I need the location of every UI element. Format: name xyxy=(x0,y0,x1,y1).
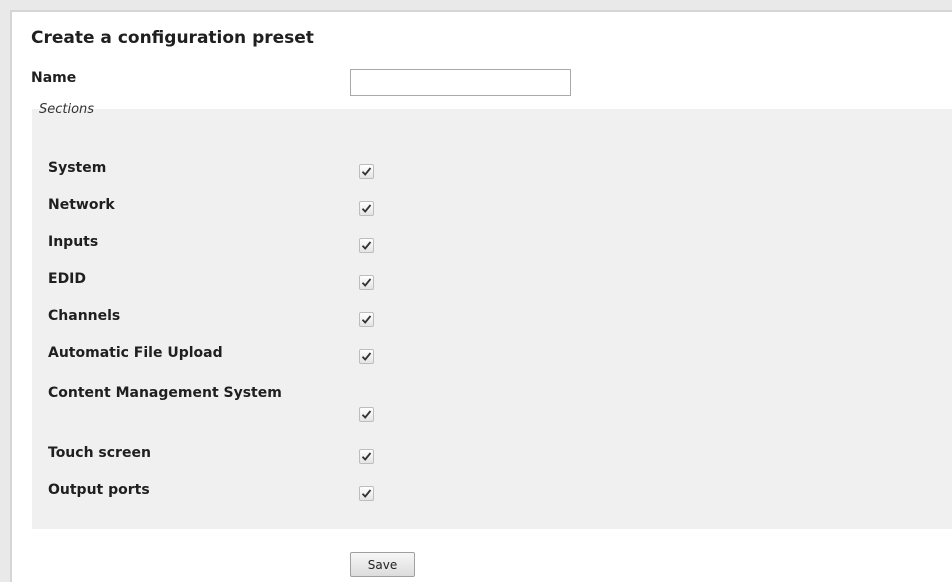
checkmark-icon xyxy=(361,410,372,419)
checkmark-icon xyxy=(361,352,372,361)
section-checkbox-inputs[interactable] xyxy=(359,238,374,253)
section-checkbox-network[interactable] xyxy=(359,201,374,216)
checkmark-icon xyxy=(361,241,372,250)
checkmark-icon xyxy=(361,489,372,498)
section-label-inputs: Inputs xyxy=(48,234,99,250)
section-checkbox-edid[interactable] xyxy=(359,275,374,290)
checkmark-icon xyxy=(361,167,372,176)
section-label-automatic-file-upload: Automatic File Upload xyxy=(48,345,223,361)
name-input[interactable] xyxy=(350,69,571,96)
section-checkbox-output-ports[interactable] xyxy=(359,486,374,501)
section-label-network: Network xyxy=(48,197,115,213)
section-checkbox-system[interactable] xyxy=(359,164,374,179)
page-title: Create a configuration preset xyxy=(31,28,314,48)
preset-form-panel: Create a configuration preset Name Secti… xyxy=(10,10,952,582)
section-label-edid: EDID xyxy=(48,271,87,287)
checkmark-icon xyxy=(361,315,372,324)
save-button[interactable]: Save xyxy=(350,552,415,577)
section-label-content-management-system: Content Management System xyxy=(48,385,282,401)
checkmark-icon xyxy=(361,452,372,461)
section-label-channels: Channels xyxy=(48,308,121,324)
checkmark-icon xyxy=(361,204,372,213)
section-label-output-ports: Output ports xyxy=(48,482,150,498)
section-checkbox-content-management-system[interactable] xyxy=(359,407,374,422)
section-checkbox-channels[interactable] xyxy=(359,312,374,327)
checkmark-icon xyxy=(361,278,372,287)
section-label-system: System xyxy=(48,160,107,176)
section-checkbox-touch-screen[interactable] xyxy=(359,449,374,464)
section-label-touch-screen: Touch screen xyxy=(48,445,151,461)
name-label: Name xyxy=(31,70,77,86)
section-checkbox-automatic-file-upload[interactable] xyxy=(359,349,374,364)
sections-legend: Sections xyxy=(39,102,95,117)
